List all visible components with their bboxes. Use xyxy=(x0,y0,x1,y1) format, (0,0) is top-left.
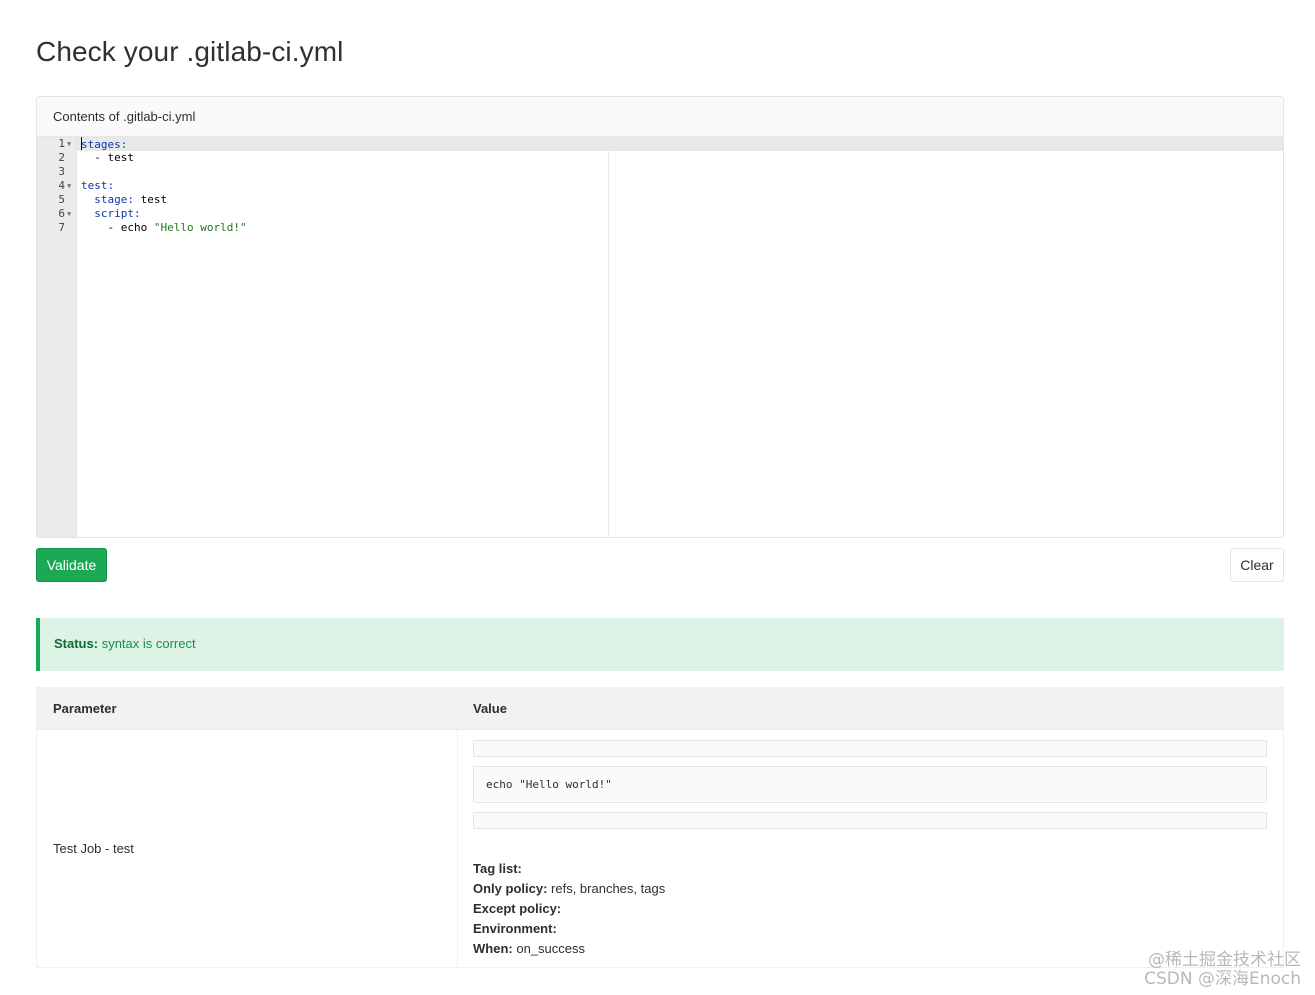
code-line[interactable]: 1 ▼ stages: xyxy=(37,137,1283,151)
code-editor[interactable]: 1 ▼ stages: 2 - test 3 4 ▼ test: 5 stage: test 6 ▼… xyxy=(37,137,1283,537)
column-divider xyxy=(457,730,458,967)
validate-button[interactable]: Validate xyxy=(36,548,107,582)
job-meta-row: Only policy: refs, branches, tags xyxy=(473,879,665,899)
code-token: "Hello world!" xyxy=(153,221,247,234)
parameter-column-header: Parameter xyxy=(53,701,117,716)
status-label: Status: xyxy=(54,636,99,651)
job-meta-row: Tag list: xyxy=(473,859,665,879)
code-line[interactable]: 4 ▼ test: xyxy=(37,179,1283,193)
code-line[interactable]: 7 - echo "Hello world!" xyxy=(37,221,1283,235)
job-meta-value: on_success xyxy=(516,941,585,956)
code-line[interactable]: 5 stage: test xyxy=(37,193,1283,207)
code-line[interactable]: 2 - test xyxy=(37,151,1283,165)
fold-arrow-icon[interactable]: ▼ xyxy=(67,137,71,151)
job-meta-label: Only policy: xyxy=(473,881,548,896)
code-text: test: xyxy=(81,179,114,193)
clear-button[interactable]: Clear xyxy=(1230,548,1284,582)
script-box: echo "Hello world!" xyxy=(473,766,1267,803)
line-number: 4 xyxy=(58,179,65,192)
code-token: script: xyxy=(94,207,141,220)
job-meta-row: When: on_success xyxy=(473,939,665,959)
code-token: test: xyxy=(81,179,115,192)
code-lines[interactable]: 1 ▼ stages: 2 - test 3 4 ▼ test: 5 stage: test 6 ▼… xyxy=(37,137,1283,235)
fold-arrow-icon[interactable]: ▼ xyxy=(67,207,71,221)
job-meta-label: When: xyxy=(473,941,513,956)
status-banner: Status: syntax is correct xyxy=(36,618,1284,671)
line-number: 3 xyxy=(58,165,65,178)
job-meta-label: Except policy: xyxy=(473,901,562,916)
line-number: 2 xyxy=(58,151,65,164)
job-meta-label: Tag list: xyxy=(473,861,522,876)
code-text: stages: xyxy=(81,137,127,152)
status-text: syntax is correct xyxy=(101,636,196,651)
line-number: 5 xyxy=(58,193,65,206)
line-number: 6 xyxy=(58,207,65,220)
code-line[interactable]: 6 ▼ script: xyxy=(37,207,1283,221)
job-meta-row: Environment: xyxy=(473,919,665,939)
code-line[interactable]: 3 xyxy=(37,165,1283,179)
watermark: @稀土掘金技术社区 CSDN @深海Enoch xyxy=(1144,951,1301,989)
code-text: stage: test xyxy=(81,193,167,207)
page-title: Check your .gitlab-ci.yml xyxy=(36,36,344,67)
job-meta-label: Environment: xyxy=(473,921,557,936)
code-token: - echo xyxy=(81,221,154,234)
code-text: script: xyxy=(81,207,141,221)
job-meta-row: Except policy: xyxy=(473,899,665,919)
table-header-row: Parameter Value xyxy=(37,688,1283,730)
before-script-box xyxy=(473,740,1267,757)
code-token: stages: xyxy=(81,138,128,151)
code-token: test xyxy=(134,193,168,206)
watermark-line-2: CSDN @深海Enoch xyxy=(1144,969,1301,989)
line-number: 1 xyxy=(58,137,65,150)
job-name: Test Job - test xyxy=(53,841,134,856)
fold-arrow-icon[interactable]: ▼ xyxy=(67,179,71,193)
results-table: Parameter Value Test Job - test echo "He… xyxy=(36,687,1284,968)
code-token: stage: xyxy=(94,193,134,206)
after-script-box xyxy=(473,812,1267,829)
editor-header: Contents of .gitlab-ci.yml xyxy=(37,97,1283,137)
yaml-editor-panel: Contents of .gitlab-ci.yml 1 ▼ stages: 2 - … xyxy=(36,96,1284,538)
code-text: - echo "Hello world!" xyxy=(81,221,247,235)
value-column-header: Value xyxy=(473,701,507,716)
watermark-line-1: @稀土掘金技术社区 xyxy=(1148,950,1301,970)
job-meta-list: Tag list: Only policy: refs, branches, ta… xyxy=(473,859,665,959)
line-number: 7 xyxy=(58,221,65,234)
job-meta-value: refs, branches, tags xyxy=(551,881,666,896)
code-text: - test xyxy=(81,151,134,165)
code-token: - test xyxy=(81,151,134,164)
